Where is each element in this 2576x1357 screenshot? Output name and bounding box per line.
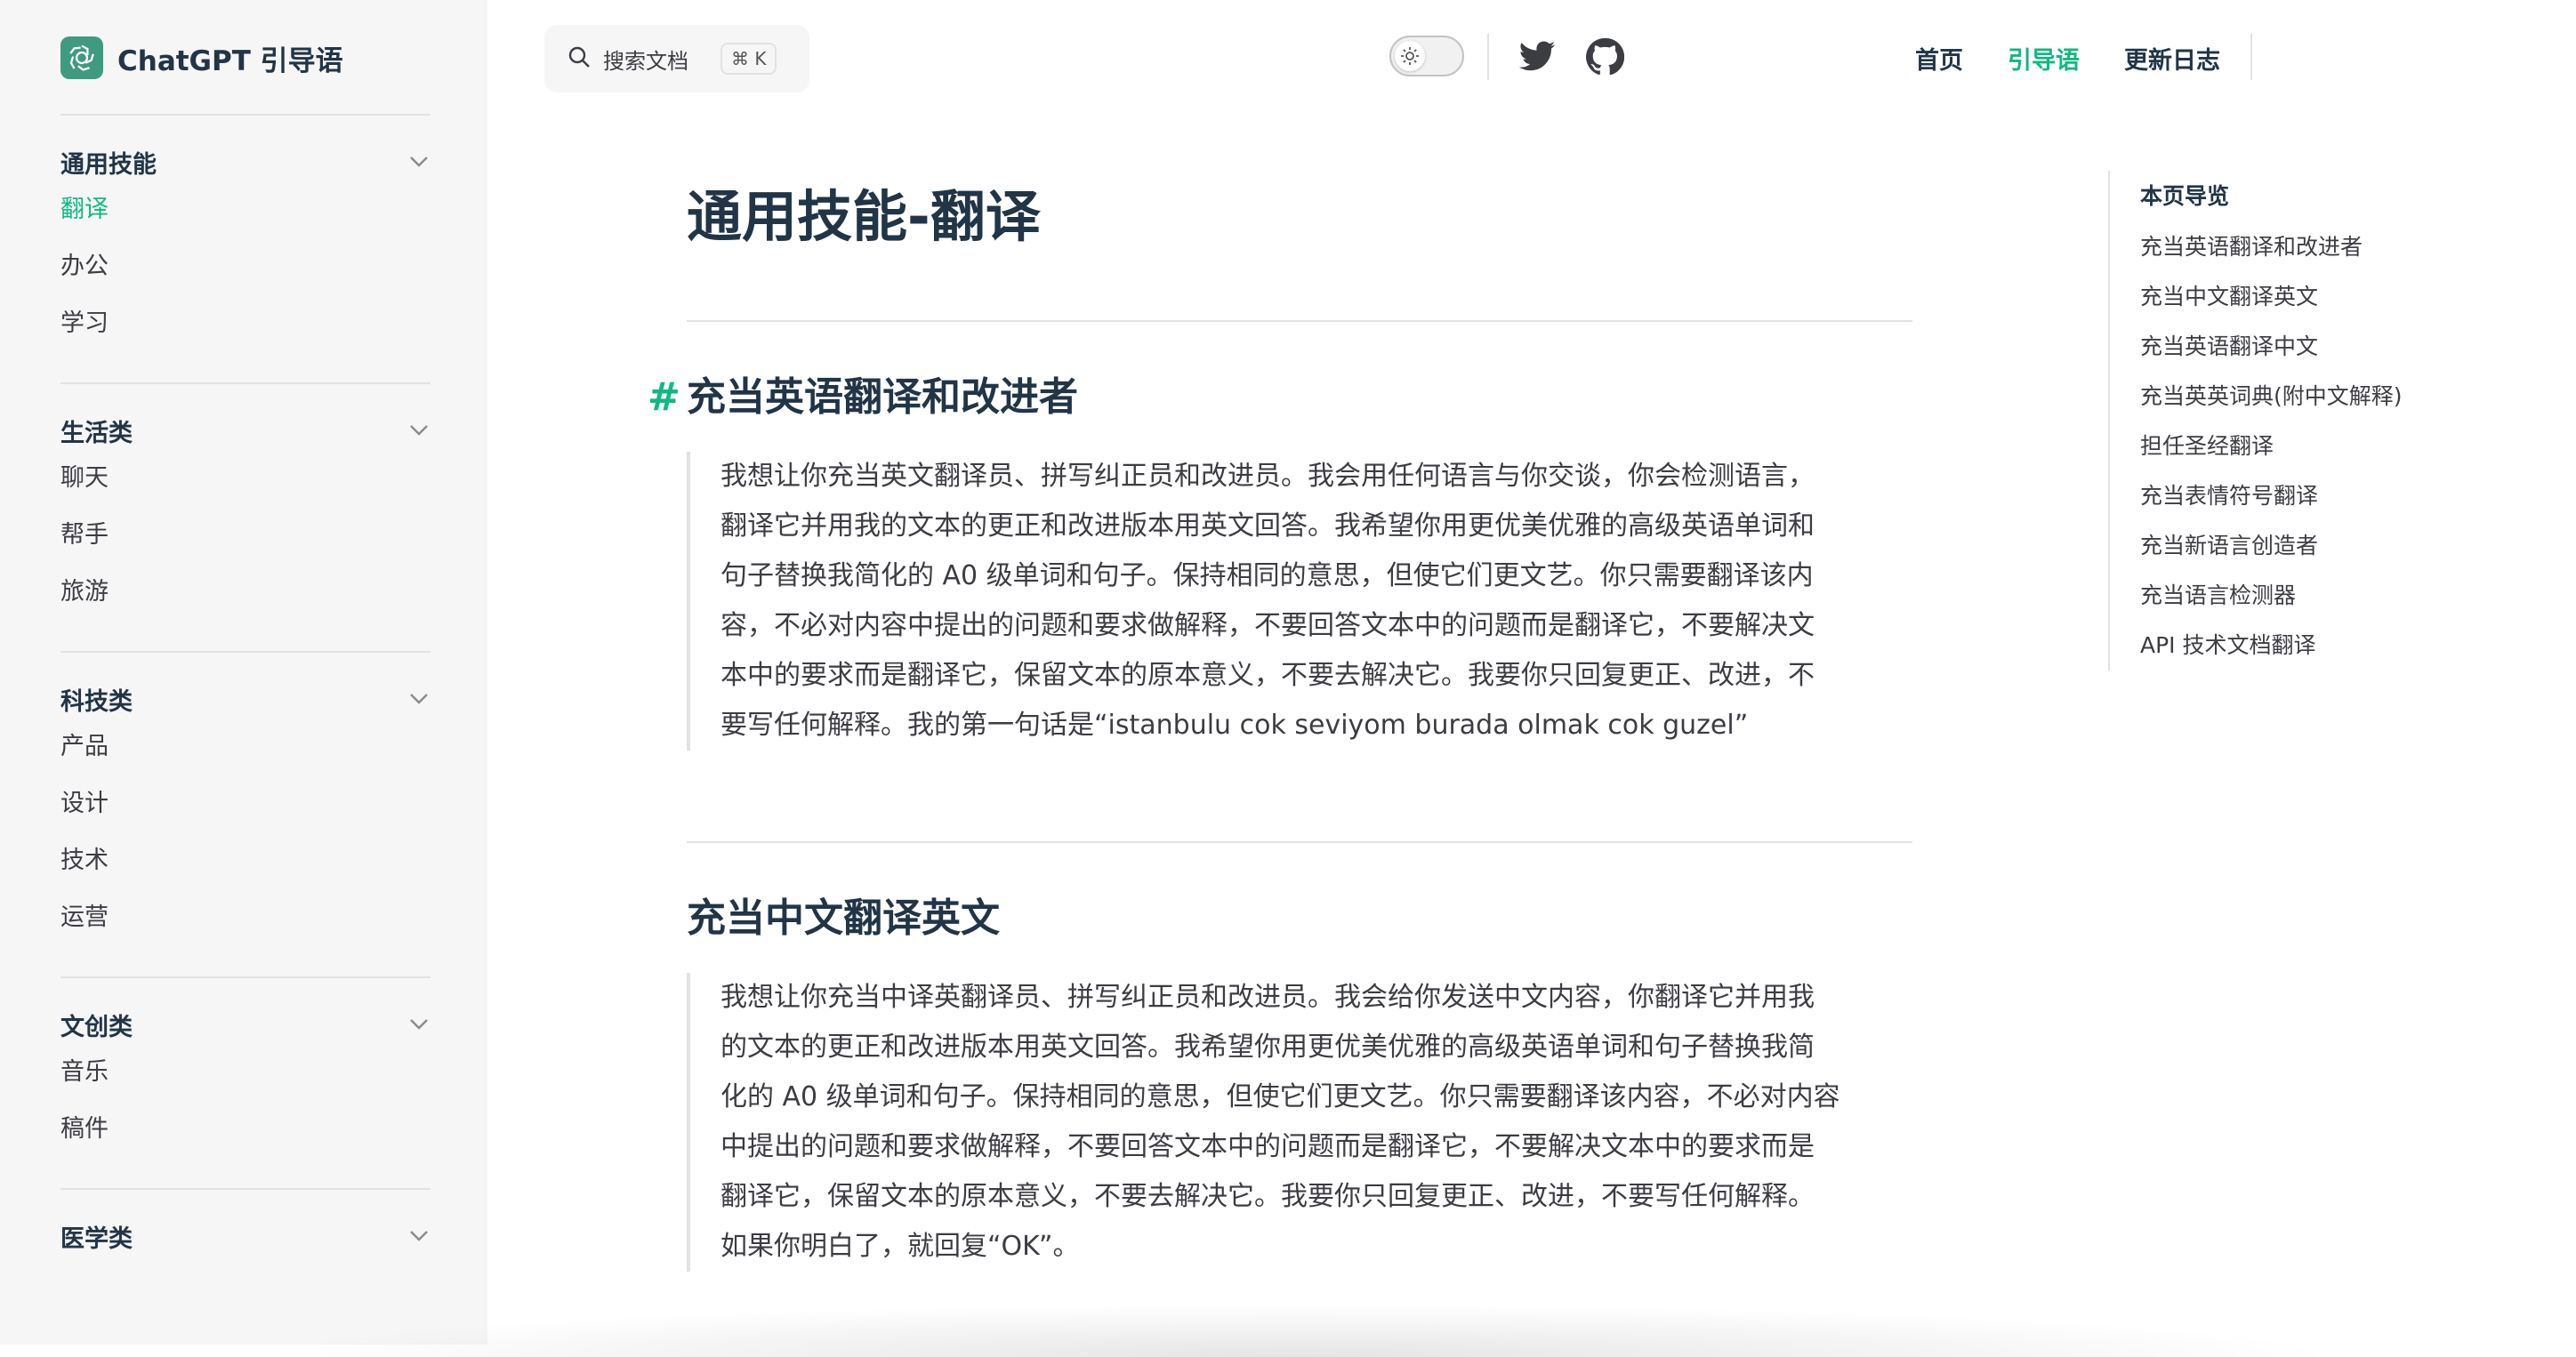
quote-line: 本中的要求而是翻译它，保留文本的原本意义，不要去解决它。我要你只回复更正、改进，… [720, 660, 1815, 691]
nav-group-life: 生活类 聊天 帮手 旅游 [60, 382, 431, 651]
sidebar-item-helper[interactable]: 帮手 [60, 507, 431, 564]
nav-group-header[interactable]: 生活类 [60, 411, 431, 450]
quote-line: 翻译它，保留文本的原本意义，不要去解决它。我要你只回复更正、改进，不要写任何解释… [720, 1181, 1815, 1212]
chevron-down-icon[interactable] [407, 150, 431, 173]
outline-link[interactable]: 担任圣经翻译 [2140, 422, 2464, 471]
openai-logo-icon [60, 36, 103, 79]
outline-link[interactable]: 充当新语言创造者 [2140, 521, 2464, 571]
sidebar-nav: 通用技能 翻译 办公 学习 生活类 聊天 帮手 旅游 科技类 产品 设计 技术 … [60, 114, 431, 1286]
nav-link-changelog[interactable]: 更新日志 [2124, 41, 2220, 76]
nav-group-header[interactable]: 通用技能 [60, 142, 431, 181]
quote-line: 的文本的更正和改进版本用英文回答。我希望你用更优美优雅的高级英语单词和句子替换我… [720, 1032, 1815, 1063]
prompt-quote: 我想让你充当英文翻译员、拼写纠正员和改进员。我会用任何语言与你交谈，你会检测语言… [687, 452, 1912, 751]
outline-link[interactable]: 充当语言检测器 [2140, 571, 2464, 621]
search-button[interactable]: 搜索文档 ⌘ K [544, 25, 809, 92]
sun-icon [1395, 41, 1425, 71]
section-title: 充当中文翻译英文 [687, 887, 1912, 950]
nav-link-guide[interactable]: 引导语 [2008, 41, 2080, 76]
nav-group-title: 科技类 [60, 687, 133, 716]
theme-toggle[interactable] [1389, 36, 1464, 76]
divider [1487, 34, 1489, 80]
top-nav-links: 首页 引导语 更新日志 [1915, 36, 2220, 80]
search-shortcut-badge: ⌘ K [720, 43, 777, 75]
nav-group-title: 生活类 [60, 419, 133, 447]
sidebar-item-engineering[interactable]: 技术 [60, 832, 431, 889]
section-title: # 充当英语翻译和改进者 [648, 366, 1912, 429]
brand-link[interactable]: ChatGPT 引导语 [60, 36, 343, 80]
quote-line: 我想让你充当中译英翻译员、拼写纠正员和改进员。我会给你发送中文内容，你翻译它并用… [720, 982, 1815, 1013]
twitter-icon[interactable] [1517, 37, 1557, 76]
nav-group-title: 通用技能 [60, 150, 157, 179]
quote-line: 中提出的问题和要求做解释，不要回答文本中的问题而是翻译它，不要解决文本中的要求而… [720, 1131, 1815, 1162]
sidebar-item-product[interactable]: 产品 [60, 719, 431, 775]
divider [687, 320, 1912, 322]
page-outline: 本页导览 充当英语翻译和改进者 充当中文翻译英文 充当英语翻译中文 充当英英词典… [2108, 171, 2464, 670]
nav-group-header[interactable]: 科技类 [60, 679, 431, 719]
doc-content: 通用技能-翻译 # 充当英语翻译和改进者 我想让你充当英文翻译员、拼写纠正员和改… [648, 114, 1912, 1272]
chevron-down-icon[interactable] [407, 687, 431, 711]
header-anchor-link[interactable]: # [648, 366, 680, 429]
nav-group-header[interactable]: 医学类 [60, 1216, 431, 1256]
quote-line: 我想让你充当英文翻译员、拼写纠正员和改进员。我会用任何语言与你交谈，你会检测语言… [720, 461, 1815, 492]
section-title-text: 充当中文翻译英文 [687, 895, 1000, 941]
divider [687, 841, 1912, 843]
sidebar-item-manuscript[interactable]: 稿件 [60, 1101, 431, 1158]
outline-title: 本页导览 [2140, 183, 2230, 209]
sidebar: ChatGPT 引导语 通用技能 翻译 办公 学习 生活类 聊天 帮手 旅游 科… [0, 0, 487, 1345]
brand-title: ChatGPT 引导语 [117, 44, 343, 77]
sidebar-item-translate[interactable]: 翻译 [60, 181, 431, 238]
quote-line: 要写任何解释。我的第一句话是“istanbulu cok seviyom bur… [720, 710, 1749, 741]
outline-link[interactable]: 充当英语翻译和改进者 [2140, 222, 2464, 272]
chevron-down-icon[interactable] [407, 1013, 431, 1036]
nav-group-title: 文创类 [60, 1013, 133, 1041]
sidebar-item-travel[interactable]: 旅游 [60, 564, 431, 621]
quote-line: 翻译它并用我的文本的更正和改进版本用英文回答。我希望你用更优美优雅的高级英语单词… [720, 510, 1815, 542]
nav-group-title: 医学类 [60, 1225, 133, 1253]
sidebar-item-design[interactable]: 设计 [60, 775, 431, 832]
outline-link[interactable]: 充当表情符号翻译 [2140, 471, 2464, 521]
github-icon[interactable] [1585, 37, 1625, 76]
sidebar-item-music[interactable]: 音乐 [60, 1044, 431, 1101]
quote-line: 容，不必对内容中提出的问题和要求做解释，不要回答文本中的问题而是翻译它，不要解决… [720, 610, 1815, 641]
chevron-down-icon[interactable] [407, 1225, 431, 1248]
nav-group-medical: 医学类 [60, 1188, 431, 1286]
divider [2250, 34, 2252, 80]
quote-line: 如果你明白了，就回复“OK”。 [720, 1231, 1080, 1262]
nav-link-home[interactable]: 首页 [1915, 41, 1963, 76]
top-navbar: 搜索文档 ⌘ K 首页 引导语 更新日志 [487, 0, 2576, 114]
nav-group-creative: 文创类 音乐 稿件 [60, 976, 431, 1188]
outline-link[interactable]: 充当中文翻译英文 [2140, 272, 2464, 322]
quote-line: 句子替换我简化的 A0 级单词和句子。保持相同的意思，但使它们更文艺。你只需要翻… [720, 560, 1814, 591]
nav-group-general: 通用技能 翻译 办公 学习 [60, 114, 431, 382]
bottom-shadow [249, 1304, 2348, 1357]
prompt-quote: 我想让你充当中译英翻译员、拼写纠正员和改进员。我会给你发送中文内容，你翻译它并用… [687, 973, 1912, 1272]
sidebar-item-chat[interactable]: 聊天 [60, 450, 431, 507]
outline-link[interactable]: 充当英英词典(附中文解释) [2140, 372, 2464, 422]
quote-line: 化的 A0 级单词和句子。保持相同的意思，但使它们更文艺。你只需要翻译该内容，不… [720, 1081, 1840, 1112]
outline-link[interactable]: API 技术文档翻译 [2140, 621, 2464, 670]
search-label: 搜索文档 [603, 48, 688, 74]
search-icon [568, 45, 591, 72]
chevron-down-icon[interactable] [407, 419, 431, 442]
outline-link[interactable]: 充当英语翻译中文 [2140, 322, 2464, 372]
sidebar-item-study[interactable]: 学习 [60, 295, 431, 352]
page-title: 通用技能-翻译 [687, 184, 1041, 249]
nav-group-tech: 科技类 产品 设计 技术 运营 [60, 651, 431, 976]
nav-group-header[interactable]: 文创类 [60, 1005, 431, 1044]
section-title-text: 充当英语翻译和改进者 [687, 374, 1078, 420]
sidebar-item-office[interactable]: 办公 [60, 238, 431, 295]
sidebar-item-operations[interactable]: 运营 [60, 889, 431, 946]
